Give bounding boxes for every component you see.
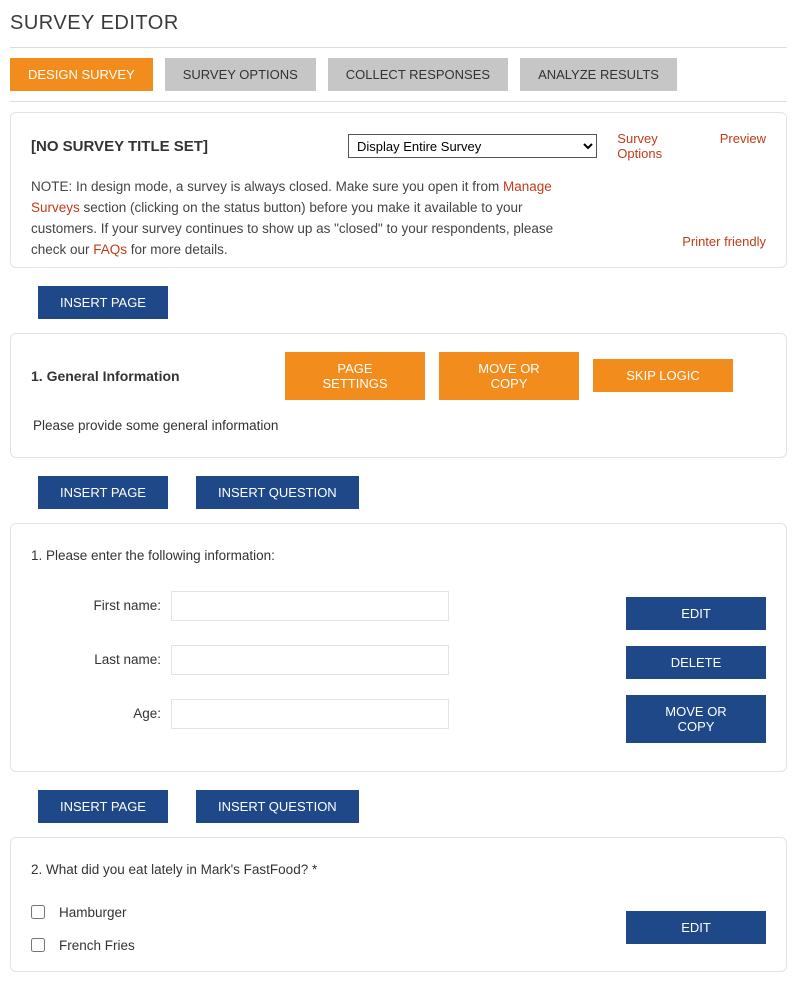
page-move-or-copy-button[interactable]: MOVE OR COPY xyxy=(439,352,579,400)
page-title: SURVEY EDITOR xyxy=(10,12,787,35)
page-description: Please provide some general information xyxy=(33,418,766,433)
question-1-text: 1. Please enter the following informatio… xyxy=(31,548,766,563)
insert-question-button[interactable]: INSERT QUESTION xyxy=(196,790,359,823)
question-move-or-copy-button[interactable]: MOVE OR COPY xyxy=(626,695,766,743)
option-hamburger-label: Hamburger xyxy=(59,905,127,920)
faqs-link[interactable]: FAQs xyxy=(93,242,127,257)
question-2-text: 2. What did you eat lately in Mark's Fas… xyxy=(31,862,766,877)
divider xyxy=(10,101,787,102)
skip-logic-button[interactable]: SKIP LOGIC xyxy=(593,359,733,392)
question-delete-button[interactable]: DELETE xyxy=(626,646,766,679)
option-hamburger-checkbox[interactable] xyxy=(31,905,45,919)
question-panel-2: 2. What did you eat lately in Mark's Fas… xyxy=(10,837,787,972)
page-heading: 1. General Information xyxy=(31,368,271,384)
divider xyxy=(10,47,787,48)
survey-info-panel: [NO SURVEY TITLE SET] Display Entire Sur… xyxy=(10,112,787,268)
age-input[interactable] xyxy=(171,699,449,729)
option-french-fries-label: French Fries xyxy=(59,938,135,953)
survey-title-label: [NO SURVEY TITLE SET] xyxy=(31,138,208,155)
insert-page-button[interactable]: INSERT PAGE xyxy=(38,790,168,823)
survey-options-link[interactable]: Survey Options xyxy=(617,131,705,161)
question-edit-button[interactable]: EDIT xyxy=(626,911,766,944)
question-edit-button[interactable]: EDIT xyxy=(626,597,766,630)
question-panel-1: 1. Please enter the following informatio… xyxy=(10,523,787,772)
insert-page-button[interactable]: INSERT PAGE xyxy=(38,476,168,509)
tab-survey-options[interactable]: SURVEY OPTIONS xyxy=(165,58,316,91)
tab-design-survey[interactable]: DESIGN SURVEY xyxy=(10,58,153,91)
last-name-label: Last name: xyxy=(31,652,161,667)
insert-question-button[interactable]: INSERT QUESTION xyxy=(196,476,359,509)
preview-link[interactable]: Preview xyxy=(720,131,766,161)
first-name-label: First name: xyxy=(31,598,161,613)
tab-collect-responses[interactable]: COLLECT RESPONSES xyxy=(328,58,508,91)
tab-bar: DESIGN SURVEY SURVEY OPTIONS COLLECT RES… xyxy=(10,58,787,91)
last-name-input[interactable] xyxy=(171,645,449,675)
printer-friendly-link[interactable]: Printer friendly xyxy=(682,234,766,249)
page-settings-button[interactable]: PAGE SETTINGS xyxy=(285,352,425,400)
insert-page-button[interactable]: INSERT PAGE xyxy=(38,286,168,319)
age-label: Age: xyxy=(31,706,161,721)
tab-analyze-results[interactable]: ANALYZE RESULTS xyxy=(520,58,677,91)
display-mode-select[interactable]: Display Entire Survey xyxy=(348,134,597,158)
first-name-input[interactable] xyxy=(171,591,449,621)
option-french-fries-checkbox[interactable] xyxy=(31,938,45,952)
page-panel: 1. General Information PAGE SETTINGS MOV… xyxy=(10,333,787,458)
